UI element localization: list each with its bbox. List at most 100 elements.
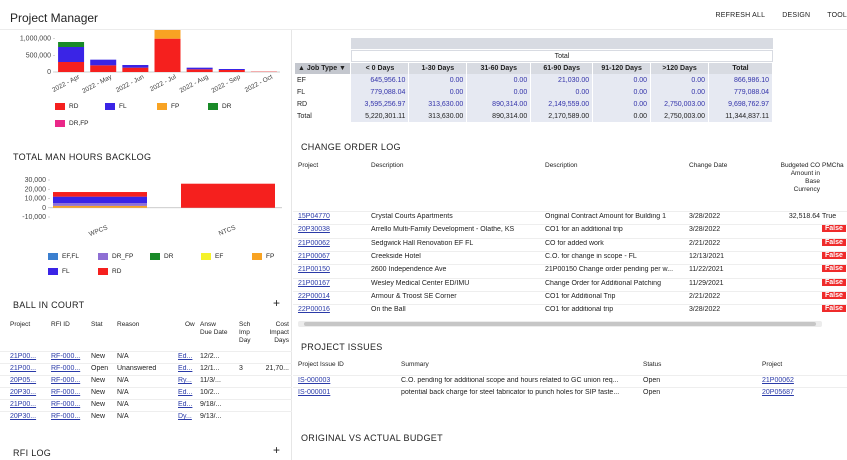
- co-project[interactable]: 21P00150: [298, 266, 358, 274]
- pi-col-issue-id[interactable]: Project Issue ID: [298, 361, 344, 369]
- pivot-cell[interactable]: 21,030.00: [530, 74, 594, 86]
- pivot-cell[interactable]: 0.00: [650, 74, 710, 86]
- pivot-cell[interactable]: 2,149,559.00: [530, 98, 594, 110]
- bic-col-owner[interactable]: Ow: [185, 321, 195, 329]
- bic-rfi-id[interactable]: RF-000...: [51, 377, 87, 385]
- pivot-col-over-120[interactable]: >120 Days: [650, 63, 710, 74]
- inv-legend-fl[interactable]: FL: [105, 103, 127, 110]
- pi-col-summary[interactable]: Summary: [401, 361, 429, 369]
- co-col-description[interactable]: Description: [371, 162, 404, 170]
- pivot-col-job-type[interactable]: ▲ Job Type ▼: [295, 63, 352, 74]
- co-col-change-date[interactable]: Change Date: [689, 162, 727, 170]
- bic-project[interactable]: 21P00...: [10, 353, 48, 361]
- tools-button[interactable]: TOOL: [827, 12, 847, 19]
- co-project[interactable]: 21P00167: [298, 280, 358, 288]
- pivot-cell[interactable]: 0.00: [408, 74, 468, 86]
- bl-legend-rd[interactable]: RD: [98, 268, 121, 275]
- pivot-cell[interactable]: 0.00: [466, 86, 532, 98]
- add-ball-in-court-button[interactable]: +: [273, 296, 280, 310]
- pi-issue-id[interactable]: IS-000001: [298, 389, 388, 397]
- bic-col-schedule-impact[interactable]: Sch Imp Day: [239, 321, 253, 345]
- pivot-cell[interactable]: 313,630.00: [408, 110, 468, 122]
- bic-project[interactable]: 20P30...: [10, 413, 48, 421]
- pivot-col-under-0[interactable]: < 0 Days: [350, 63, 410, 74]
- pivot-cell[interactable]: 0.00: [592, 110, 652, 122]
- bic-col-status[interactable]: Stat: [91, 321, 103, 329]
- pivot-cell[interactable]: 645,956.10: [350, 74, 410, 86]
- pivot-cell[interactable]: 0.00: [592, 74, 652, 86]
- bic-project[interactable]: 20P30...: [10, 389, 48, 397]
- pivot-cell[interactable]: 2,750,003.00: [650, 98, 710, 110]
- bic-rfi-id[interactable]: RF-000...: [51, 401, 87, 409]
- bic-col-rfi-id[interactable]: RFI ID: [51, 321, 70, 329]
- pivot-cell[interactable]: 3,595,256.97: [350, 98, 410, 110]
- pivot-cell[interactable]: 890,314.00: [466, 98, 532, 110]
- bic-project[interactable]: 21P00...: [10, 365, 48, 373]
- bic-col-answer-due[interactable]: Answ Due Date: [200, 321, 228, 337]
- co-project[interactable]: 15P04770: [298, 213, 358, 221]
- bic-col-project[interactable]: Project: [10, 321, 30, 329]
- inv-legend-fp[interactable]: FP: [157, 103, 179, 110]
- bic-rfi-id[interactable]: RF-000...: [51, 389, 87, 397]
- bic-rfi-id[interactable]: RF-000...: [51, 365, 87, 373]
- pi-issue-id[interactable]: IS-000003: [298, 377, 388, 385]
- bl-legend-dr[interactable]: DR: [150, 253, 173, 260]
- pivot-cell[interactable]: 0.00: [650, 86, 710, 98]
- bic-owner[interactable]: Ed...: [178, 389, 196, 397]
- add-rfi-button[interactable]: +: [273, 443, 280, 457]
- bic-owner[interactable]: Ed...: [178, 353, 196, 361]
- pi-col-status[interactable]: Status: [643, 361, 661, 369]
- pivot-cell[interactable]: 2,750,003.00: [650, 110, 710, 122]
- pivot-cell[interactable]: 779,088.04: [350, 86, 410, 98]
- inv-legend-dr[interactable]: DR: [208, 103, 231, 110]
- pi-col-project[interactable]: Project: [762, 361, 782, 369]
- bl-legend-fp[interactable]: FP: [252, 253, 274, 260]
- pi-project[interactable]: 21P00062: [762, 377, 842, 385]
- pivot-cell[interactable]: 0.00: [530, 86, 594, 98]
- refresh-all-button[interactable]: REFRESH ALL: [716, 12, 766, 19]
- pivot-col-1-30[interactable]: 1-30 Days: [408, 63, 468, 74]
- pivot-cell[interactable]: 5,220,301.11: [350, 110, 410, 122]
- pivot-cell[interactable]: 11,344,837.11: [708, 110, 773, 122]
- pivot-cell[interactable]: 2,170,589.00: [530, 110, 594, 122]
- bl-legend-fl[interactable]: FL: [48, 268, 70, 275]
- pivot-col-91-120[interactable]: 91-120 Days: [592, 63, 652, 74]
- co-project[interactable]: 20P30038: [298, 226, 358, 234]
- bl-legend-ef[interactable]: EF: [201, 253, 223, 260]
- bic-owner[interactable]: Ed...: [178, 401, 196, 409]
- bic-project[interactable]: 21P00...: [10, 401, 48, 409]
- pi-project[interactable]: 20P05687: [762, 389, 842, 397]
- pivot-cell[interactable]: 0.00: [592, 86, 652, 98]
- co-project[interactable]: 21P00067: [298, 253, 358, 261]
- co-project[interactable]: 21P00062: [298, 240, 358, 248]
- bic-rfi-id[interactable]: RF-000...: [51, 413, 87, 421]
- co-col-budgeted-amount[interactable]: Budgeted CO Amount in Base Currency: [780, 162, 820, 194]
- design-button[interactable]: DESIGN: [782, 12, 810, 19]
- inv-legend-dr-fp[interactable]: DR,FP: [55, 120, 89, 127]
- pivot-cell[interactable]: 866,986.10: [708, 74, 773, 86]
- pivot-cell[interactable]: 0.00: [466, 74, 532, 86]
- co-col-project[interactable]: Project: [298, 162, 318, 170]
- bic-owner[interactable]: Ed...: [178, 365, 196, 373]
- co-project[interactable]: 22P00014: [298, 293, 358, 301]
- pivot-cell[interactable]: 0.00: [592, 98, 652, 110]
- pivot-col-61-90[interactable]: 61-90 Days: [530, 63, 594, 74]
- pivot-cell[interactable]: 9,698,762.97: [708, 98, 773, 110]
- bl-legend-dr-fp[interactable]: DR_FP: [98, 253, 133, 260]
- bic-project[interactable]: 20P05...: [10, 377, 48, 385]
- co-project[interactable]: 22P00016: [298, 306, 358, 314]
- co-col-description-2[interactable]: Description: [545, 162, 578, 170]
- pivot-col-31-60[interactable]: 31-60 Days: [466, 63, 532, 74]
- co-col-pmchange[interactable]: PMCha: [822, 162, 847, 170]
- bic-rfi-id[interactable]: RF-000...: [51, 353, 87, 361]
- pivot-cell[interactable]: 0.00: [408, 86, 468, 98]
- pivot-col-total[interactable]: Total: [708, 63, 773, 74]
- bic-owner[interactable]: Dy...: [178, 413, 196, 421]
- bic-owner[interactable]: Ry...: [178, 377, 196, 385]
- bic-col-reason[interactable]: Reason: [117, 321, 139, 329]
- pivot-cell[interactable]: 890,314.00: [466, 110, 532, 122]
- bl-legend-ef-fl[interactable]: EF,FL: [48, 253, 79, 260]
- change-order-scrollbar[interactable]: [298, 321, 822, 327]
- bic-col-cost-impact[interactable]: Cost Impact Days: [255, 321, 289, 345]
- inv-legend-rd[interactable]: RD: [55, 103, 78, 110]
